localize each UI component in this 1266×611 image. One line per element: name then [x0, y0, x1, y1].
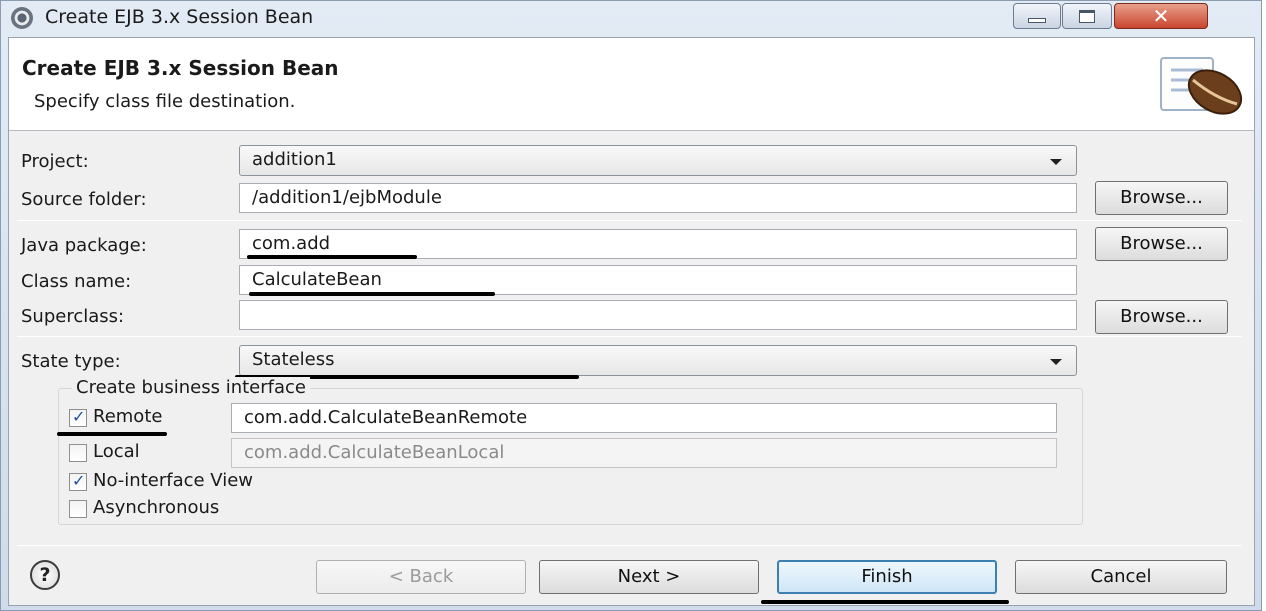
maximize-icon: [1079, 9, 1095, 23]
project-label: Project:: [21, 151, 89, 172]
title-bar[interactable]: Create EJB 3.x Session Bean ✕: [1, 1, 1261, 37]
finish-button[interactable]: Finish: [777, 560, 997, 594]
local-checkbox[interactable]: [69, 444, 87, 462]
annotation-underline: [761, 600, 1009, 604]
dialog-client: Create EJB 3.x Session Bean Specify clas…: [8, 37, 1255, 606]
minimize-icon: [1028, 17, 1046, 23]
remote-interface-value: com.add.CalculateBeanRemote: [244, 407, 528, 428]
coffee-bean-icon: [1160, 57, 1243, 115]
asynchronous-checkbox[interactable]: [69, 500, 87, 518]
state-type-combo[interactable]: Stateless: [239, 345, 1077, 376]
local-label: Local: [93, 441, 140, 462]
remote-checkbox[interactable]: ✓: [69, 407, 87, 427]
checkmark-icon: ✓: [72, 407, 86, 426]
close-button[interactable]: ✕: [1114, 3, 1208, 29]
remote-interface-field[interactable]: com.add.CalculateBeanRemote: [231, 403, 1057, 433]
header-title: Create EJB 3.x Session Bean: [22, 56, 339, 80]
business-interface-group-label: Create business interface: [72, 377, 310, 398]
annotation-underline: [247, 255, 417, 259]
no-interface-view-label: No-interface View: [93, 470, 254, 491]
project-value: addition1: [252, 149, 337, 170]
maximize-button[interactable]: [1062, 3, 1112, 29]
project-combo[interactable]: addition1: [239, 145, 1077, 176]
state-type-label: State type:: [21, 351, 121, 372]
separator: [17, 336, 1242, 337]
local-interface-field: com.add.CalculateBeanLocal: [231, 438, 1057, 468]
no-interface-view-checkbox[interactable]: ✓: [69, 471, 87, 491]
next-button[interactable]: Next >: [539, 560, 759, 594]
eclipse-app-icon: [11, 7, 33, 29]
java-package-label: Java package:: [21, 235, 147, 256]
close-icon: ✕: [1152, 4, 1170, 28]
browse-source-folder-button[interactable]: Browse...: [1095, 181, 1228, 215]
checkmark-icon: ✓: [72, 471, 86, 490]
local-interface-value: com.add.CalculateBeanLocal: [244, 442, 505, 463]
state-type-value: Stateless: [252, 349, 335, 370]
window-title: Create EJB 3.x Session Bean: [45, 6, 314, 28]
chevron-down-icon: [1050, 159, 1062, 165]
separator: [17, 545, 1242, 546]
cancel-button[interactable]: Cancel: [1015, 560, 1227, 594]
browse-superclass-button[interactable]: Browse...: [1095, 300, 1228, 334]
source-folder-label: Source folder:: [21, 189, 147, 210]
superclass-field[interactable]: [239, 300, 1077, 330]
class-name-value: CalculateBean: [252, 269, 382, 290]
browse-package-button[interactable]: Browse...: [1095, 227, 1228, 261]
chevron-down-icon: [1050, 359, 1062, 365]
superclass-label: Superclass:: [21, 306, 125, 327]
remote-label: Remote: [93, 406, 163, 427]
minimize-button[interactable]: [1013, 3, 1061, 29]
header-subtitle: Specify class file destination.: [34, 91, 296, 112]
separator: [17, 220, 1242, 221]
wizard-header: Create EJB 3.x Session Bean Specify clas…: [9, 38, 1254, 131]
annotation-underline: [249, 292, 495, 296]
source-folder-value: /addition1/ejbModule: [252, 187, 442, 208]
class-name-label: Class name:: [21, 271, 132, 292]
dialog-window: Create EJB 3.x Session Bean ✕ Create EJB…: [0, 0, 1262, 611]
class-name-field[interactable]: CalculateBean: [239, 265, 1077, 295]
help-button[interactable]: ?: [30, 560, 60, 590]
annotation-underline: [57, 432, 167, 436]
source-folder-field[interactable]: /addition1/ejbModule: [239, 183, 1077, 213]
asynchronous-label: Asynchronous: [93, 497, 220, 518]
back-button[interactable]: < Back: [316, 560, 526, 594]
java-package-value: com.add: [252, 233, 331, 254]
